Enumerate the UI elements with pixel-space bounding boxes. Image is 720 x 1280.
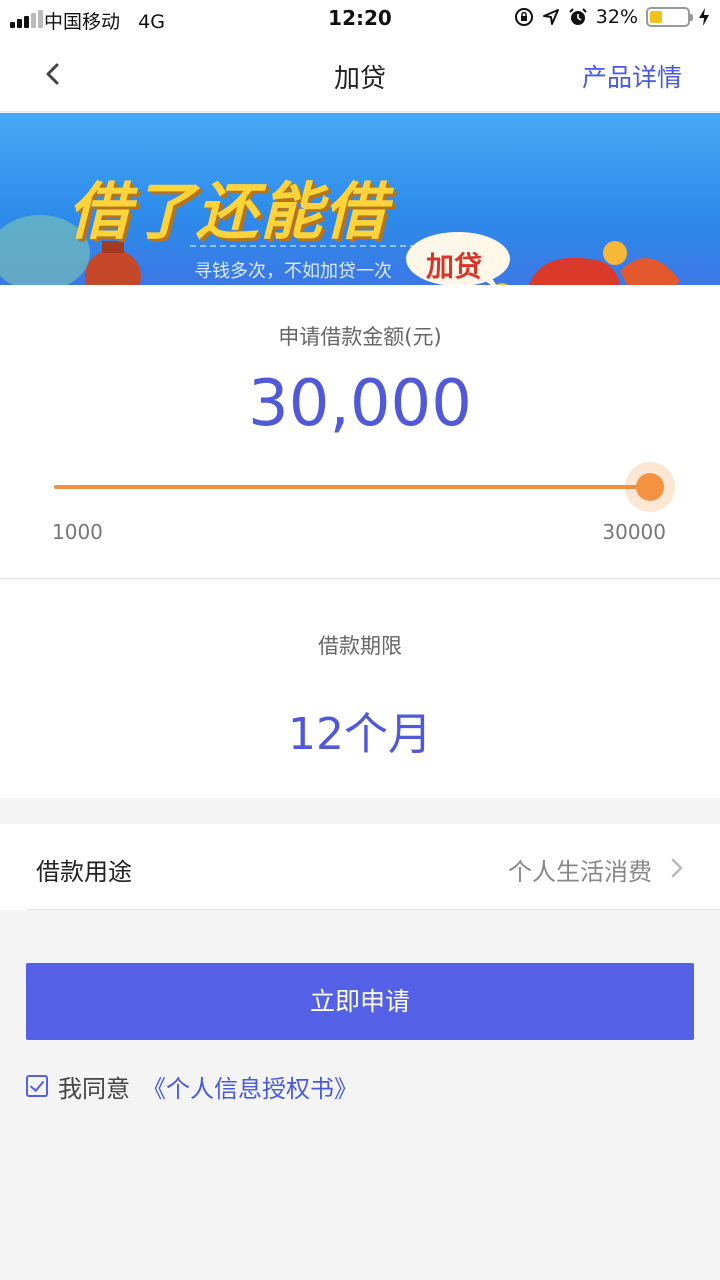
amount-value: 30,000 <box>248 367 472 441</box>
banner-divider <box>190 245 436 247</box>
battery-icon <box>646 7 693 27</box>
agreement-checkbox[interactable] <box>26 1075 48 1097</box>
location-icon <box>542 9 559 25</box>
promo-banner[interactable]: 借了还能借 寻钱多次，不如加贷一次 加贷 <box>0 113 720 285</box>
purpose-label: 借款用途 <box>36 858 132 886</box>
banner-headline: 借了还能借 <box>68 175 389 248</box>
agreement-text: 我同意 <box>58 1074 130 1103</box>
alarm-icon <box>569 8 587 25</box>
amount-slider-track[interactable] <box>54 485 650 489</box>
banner-subtitle: 寻钱多次，不如加贷一次 <box>194 261 392 282</box>
apply-now-button[interactable]: 立即申请 <box>26 963 694 1040</box>
authorization-link[interactable]: 《个人信息授权书》 <box>142 1069 358 1104</box>
rotation-lock-icon <box>514 8 533 26</box>
term-value[interactable]: 12个月 <box>0 698 720 762</box>
banner-badge: 加贷 <box>426 250 483 283</box>
amount-slider-handle[interactable] <box>625 462 675 512</box>
loan-amount-card: 申请借款金额(元) 30,000 1000 30000 <box>0 285 720 579</box>
status-right: 32% <box>514 6 710 28</box>
chevron-right-icon <box>671 858 683 878</box>
charging-icon <box>699 8 709 26</box>
row-divider <box>26 909 720 910</box>
navigation-bar: 加贷 产品详情 <box>0 38 720 112</box>
loan-term-card: 借款期限 12个月 <box>0 580 720 798</box>
battery-percent: 32% <box>595 6 638 28</box>
purpose-value: 个人生活消费 <box>508 858 652 886</box>
god-of-wealth-illustration <box>496 241 680 285</box>
amount-label: 申请借款金额(元) <box>278 325 442 349</box>
loan-purpose-row[interactable]: 借款用途 个人生活消费 <box>0 824 720 910</box>
status-bar: 中国移动 4G 12:20 32% <box>0 0 720 38</box>
term-label: 借款期限 <box>318 634 402 658</box>
slider-max-label: 30000 <box>602 520 666 544</box>
product-details-link[interactable]: 产品详情 <box>582 58 682 94</box>
slider-min-label: 1000 <box>52 520 103 544</box>
agreement-row: 我同意 《个人信息授权书》 <box>26 1069 358 1104</box>
